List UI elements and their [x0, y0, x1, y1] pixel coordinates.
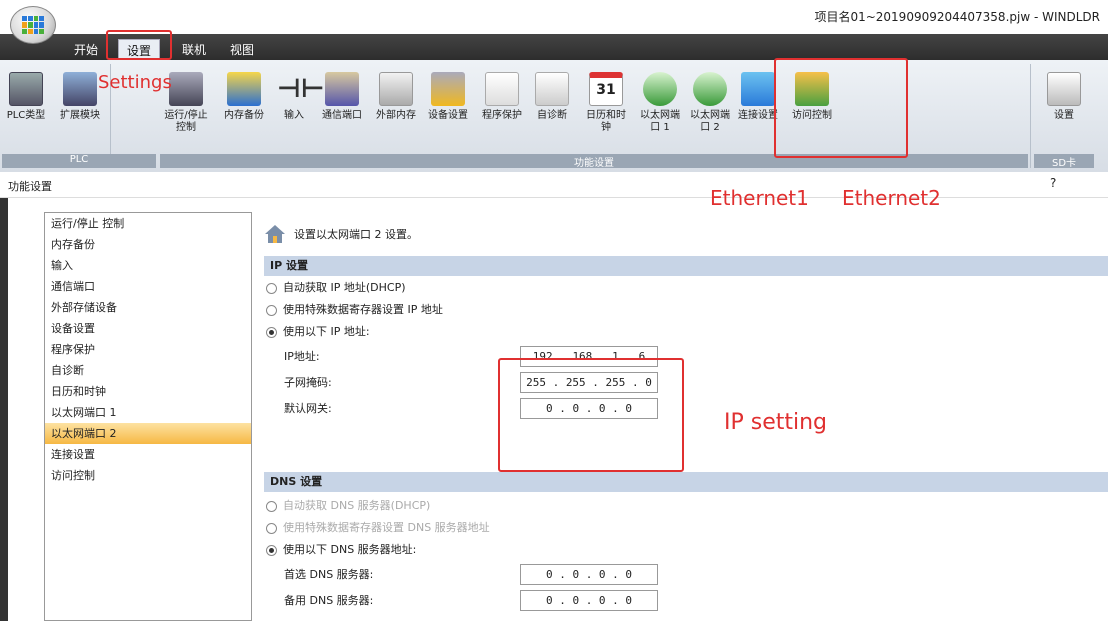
radio-icon[interactable] [266, 500, 277, 512]
ip-special-register-option[interactable]: 使用特殊数据寄存器设置 IP 地址 [266, 300, 443, 320]
nav-item-ethernet-2[interactable]: 以太网端口 2 [45, 423, 251, 444]
settings-tab-highlight [106, 30, 172, 60]
radio-icon[interactable] [266, 522, 277, 534]
panel-header: 功能设置 ? [0, 172, 1108, 198]
left-edge-bar [0, 198, 8, 621]
ethernet-gear-icon [693, 72, 727, 106]
nav-item-ethernet-1[interactable]: 以太网端口 1 [45, 402, 251, 423]
expansion-module-button[interactable]: 扩展模块 [56, 66, 104, 122]
nav-item-external-storage[interactable]: 外部存储设备 [45, 297, 251, 318]
sd-card-icon [1047, 72, 1081, 106]
ribbon-separator [1030, 64, 1031, 168]
group-label-sd: SD卡 [1034, 154, 1094, 169]
program-protection-button[interactable]: 程序保护 [478, 66, 526, 122]
radio-selected-icon[interactable] [266, 326, 277, 338]
nav-item-program-protection[interactable]: 程序保护 [45, 339, 251, 360]
app-window: 项目名01~20190909204407358.pjw - WINDLDR 开始… [0, 0, 1108, 621]
radio-icon[interactable] [266, 282, 277, 294]
memory-card-icon [379, 72, 413, 106]
comm-port-button[interactable]: 通信端口 [318, 66, 366, 122]
tab-start[interactable]: 开始 [66, 39, 106, 59]
tab-view[interactable]: 视图 [222, 39, 262, 59]
nav-item-run-stop[interactable]: 运行/停止 控制 [45, 213, 251, 234]
nav-item-calendar-clock[interactable]: 日历和时钟 [45, 381, 251, 402]
calendar-icon: 31 [589, 72, 623, 106]
device-icon [431, 72, 465, 106]
contact-icon: ⊣⊢ [277, 74, 325, 104]
ip-address-label: IP地址: [284, 350, 320, 363]
ip-dhcp-option[interactable]: 自动获取 IP 地址(DHCP) [266, 278, 406, 298]
memory-backup-button[interactable]: 内存备份 [220, 66, 268, 122]
ip-manual-option[interactable]: 使用以下 IP 地址: [266, 322, 370, 342]
radio-icon[interactable] [266, 304, 277, 316]
hint-row: 设置以太网端口 2 设置。 [258, 220, 418, 248]
external-memory-button[interactable]: 外部内存 [372, 66, 420, 122]
lock-document-icon [485, 72, 519, 106]
tab-online[interactable]: 联机 [174, 39, 214, 59]
dns-section-header: DNS 设置 [264, 472, 1108, 492]
window-title: 项目名01~20190909204407358.pjw - WINDLDR [814, 10, 1100, 24]
primary-dns-label: 首选 DNS 服务器: [284, 568, 374, 581]
default-gateway-label: 默认网关: [284, 402, 332, 415]
dns-manual-option[interactable]: 使用以下 DNS 服务器地址: [266, 540, 416, 560]
ip-fields-highlight [498, 358, 684, 472]
monitor-icon [741, 72, 775, 106]
nav-item-access-control[interactable]: 访问控制 [45, 465, 251, 486]
app-logo-icon[interactable] [10, 6, 56, 44]
radio-selected-icon[interactable] [266, 544, 277, 556]
subnet-mask-label: 子网掩码: [284, 376, 332, 389]
ethernet-port-2-button[interactable]: 以太网端口 2 [686, 66, 734, 134]
settings-annotation: Settings [98, 72, 172, 93]
ethernet-gear-icon [643, 72, 677, 106]
settings-nav-list: 运行/停止 控制 内存备份 输入 通信端口 外部存储设备 设备设置 程序保护 自… [44, 212, 252, 621]
help-button[interactable]: ? [1050, 176, 1056, 190]
calendar-clock-button[interactable]: 31 日历和时钟 [582, 66, 630, 134]
secondary-dns-field[interactable]: 0 . 0 . 0 . 0 [520, 590, 658, 611]
input-button[interactable]: ⊣⊢ 输入 [270, 66, 325, 122]
title-bar: 项目名01~20190909204407358.pjw - WINDLDR [0, 0, 1108, 34]
panel-title: 功能设置 [8, 180, 52, 193]
secondary-dns-label: 备用 DNS 服务器: [284, 594, 374, 607]
check-document-icon [535, 72, 569, 106]
nav-item-comm-port[interactable]: 通信端口 [45, 276, 251, 297]
hint-text: 设置以太网端口 2 设置。 [294, 228, 418, 241]
ethernet-buttons-highlight [774, 58, 908, 158]
sd-settings-button[interactable]: 设置 [1040, 66, 1088, 122]
ip-section-header: IP 设置 [264, 256, 1108, 276]
nav-item-device-settings[interactable]: 设备设置 [45, 318, 251, 339]
ip-setting-annotation: IP setting [724, 410, 828, 435]
nav-item-self-diagnosis[interactable]: 自诊断 [45, 360, 251, 381]
device-settings-button[interactable]: 设备设置 [424, 66, 472, 122]
plc-type-button[interactable]: PLC类型 [2, 66, 50, 122]
ethernet-port-1-button[interactable]: 以太网端口 1 [636, 66, 684, 134]
nav-item-input[interactable]: 输入 [45, 255, 251, 276]
dns-dhcp-option[interactable]: 自动获取 DNS 服务器(DHCP) [266, 496, 430, 516]
comm-port-icon [325, 72, 359, 106]
primary-dns-field[interactable]: 0 . 0 . 0 . 0 [520, 564, 658, 585]
self-diagnosis-button[interactable]: 自诊断 [528, 66, 576, 122]
nav-item-connection-settings[interactable]: 连接设置 [45, 444, 251, 465]
expansion-icon [63, 72, 97, 106]
database-icon [227, 72, 261, 106]
run-stop-icon [169, 72, 203, 106]
house-icon [265, 225, 285, 243]
ethernet1-annotation: Ethernet1 [710, 186, 809, 210]
nav-item-memory-backup[interactable]: 内存备份 [45, 234, 251, 255]
dns-special-register-option[interactable]: 使用特殊数据寄存器设置 DNS 服务器地址 [266, 518, 490, 538]
plc-icon [9, 72, 43, 106]
group-label-plc: PLC [2, 154, 156, 168]
ethernet2-annotation: Ethernet2 [842, 186, 941, 210]
